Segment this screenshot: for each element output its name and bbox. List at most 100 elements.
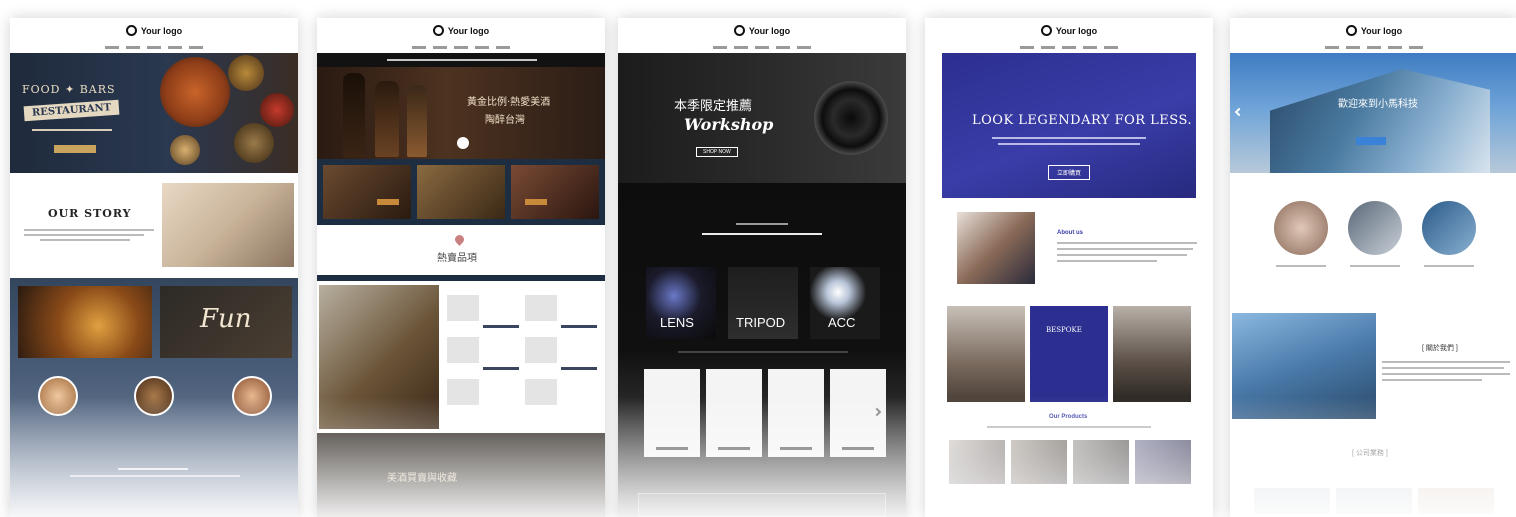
bottom-banner: 美酒買賣與收藏 (317, 433, 605, 517)
service-icon-1 (1274, 201, 1328, 255)
site-logo[interactable]: Your logo (432, 25, 490, 36)
hero-title: LOOK LEGENDARY FOR LESS. (972, 113, 1193, 128)
site-header: Your logo (1230, 18, 1516, 53)
logo-icon (733, 25, 745, 36)
products-section: Our Products (925, 410, 1213, 517)
story-section: OUR STORY (10, 173, 298, 278)
bottom-text: 美酒買賣與收藏 (387, 473, 457, 484)
about-image (1232, 313, 1376, 419)
logo-text: Your logo (748, 25, 791, 36)
products-title: Our Products (1049, 414, 1088, 420)
video-thumb-2[interactable]: Fun (160, 286, 292, 358)
feature-icon-2 (134, 376, 174, 416)
photo-text: BESPOKE (1046, 326, 1082, 334)
site-logo[interactable]: Your logo (1040, 25, 1098, 36)
tripod-card[interactable]: TRIPOD (728, 267, 798, 339)
video-badge: Fun (200, 304, 252, 334)
site-nav[interactable] (925, 46, 1213, 49)
cases-title: [ 公司業務 ] (1352, 450, 1388, 457)
hero-text: 歡迎來到小馬科技 (1338, 99, 1418, 110)
card-label: TRIPOD (736, 315, 786, 330)
hero-banner: 黃金比例‧熱愛美酒 陶醉台灣 (317, 67, 605, 159)
video-thumb-1[interactable] (18, 286, 152, 358)
logo-icon (125, 25, 137, 36)
camera-lens-image (814, 81, 888, 155)
hot-products-heading: 熱賣品項 (317, 225, 605, 283)
hero-banner-ribbon: RESTAURANT (23, 99, 120, 122)
logo-text: Your logo (447, 25, 490, 36)
hero-title: 本季限定推薦 (674, 99, 753, 114)
site-header: Your logo (317, 18, 605, 53)
product-grid (317, 283, 605, 433)
template-preview-tailor[interactable]: Your logo LOOK LEGENDARY FOR LESS. 立即購買 … (925, 18, 1213, 517)
category-card-3[interactable] (511, 165, 599, 219)
logo-text: Your logo (1360, 25, 1403, 36)
featured-image (319, 285, 439, 429)
products-section: LENS TRIPOD ACC (618, 183, 906, 517)
category-card-1[interactable] (323, 165, 411, 219)
site-header: Your logo (618, 18, 906, 53)
hero-button[interactable]: 立即購買 (1048, 165, 1091, 180)
hero-banner: LOOK LEGENDARY FOR LESS. 立即購買 (942, 53, 1196, 198)
category-section (317, 159, 605, 225)
site-nav[interactable] (618, 46, 906, 49)
template-preview-restaurant[interactable]: Your logo FOOD ✦ BARS RESTAURANT OUR STO… (10, 18, 298, 517)
play-icon[interactable] (457, 137, 469, 149)
hero-button[interactable]: SHOP NOW (696, 147, 738, 157)
category-card-2[interactable] (417, 165, 505, 219)
about-title: [ 關於我們 ] (1422, 345, 1458, 352)
notice-bar (317, 53, 605, 67)
logo-icon (1345, 25, 1357, 36)
about-section: About us (925, 208, 1213, 303)
service-icon-3 (1422, 201, 1476, 255)
feature-icon-3 (232, 376, 272, 416)
hero-title: FOOD ✦ BARS (22, 83, 116, 96)
prev-arrow-icon[interactable] (1234, 107, 1244, 117)
card-label: LENS (660, 315, 694, 330)
hero-button[interactable] (54, 145, 96, 153)
site-header: Your logo (925, 18, 1213, 53)
hero-script: Workshop (684, 115, 774, 134)
site-nav[interactable] (1230, 46, 1516, 49)
hero-text-line1: 黃金比例‧熱愛美酒 (467, 97, 551, 108)
story-title: OUR STORY (48, 207, 132, 220)
logo-icon (1040, 25, 1052, 36)
about-title: About us (1057, 230, 1083, 236)
service-icon-2 (1348, 201, 1402, 255)
product-card-1[interactable] (644, 369, 700, 457)
template-preview-tech-company[interactable]: Your logo 歡迎來到小馬科技 [ 關於我們 ] [公司業務] (1230, 18, 1516, 517)
hero-button[interactable] (1356, 137, 1386, 145)
acc-card[interactable]: ACC (810, 267, 880, 339)
video-section: Fun (10, 278, 298, 517)
photo-row: BESPOKE (925, 306, 1213, 406)
product-card-3[interactable] (768, 369, 824, 457)
logo-text: Your logo (1055, 25, 1098, 36)
site-logo[interactable]: Your logo (733, 25, 791, 36)
template-gallery: Your logo FOOD ✦ BARS RESTAURANT OUR STO… (0, 0, 1516, 517)
template-preview-wine-shop[interactable]: Your logo 黃金比例‧熱愛美酒 陶醉台灣 熱賣品項 美酒買賣與收藏 (317, 18, 605, 517)
template-preview-camera-shop[interactable]: Your logo 本季限定推薦 Workshop SHOP NOW LENS … (618, 18, 906, 517)
logo-text: Your logo (140, 25, 183, 36)
site-header: Your logo (10, 18, 298, 53)
hero-text-line2: 陶醉台灣 (485, 115, 525, 126)
product-card-2[interactable] (706, 369, 762, 457)
pin-icon (453, 233, 466, 246)
story-image (162, 183, 294, 267)
about-image (957, 212, 1035, 284)
bottom-banner (638, 493, 886, 517)
hero-banner: 歡迎來到小馬科技 (1230, 53, 1516, 173)
cases-section: [ 公司業務 ] (1230, 438, 1516, 517)
site-logo[interactable]: Your logo (125, 25, 183, 36)
lens-card[interactable]: LENS (646, 267, 716, 339)
hero-banner: 本季限定推薦 Workshop SHOP NOW (618, 53, 906, 183)
site-logo[interactable]: Your logo (1345, 25, 1403, 36)
logo-icon (432, 25, 444, 36)
card-label: ACC (828, 315, 856, 330)
services-section (1230, 173, 1516, 303)
site-nav[interactable] (317, 46, 605, 49)
section-title: 熱賣品項 (437, 253, 477, 264)
site-nav[interactable] (10, 46, 298, 49)
feature-icon-1 (38, 376, 78, 416)
hero-banner: FOOD ✦ BARS RESTAURANT (10, 53, 298, 173)
about-section: [ 關於我們 ] (1230, 313, 1516, 423)
